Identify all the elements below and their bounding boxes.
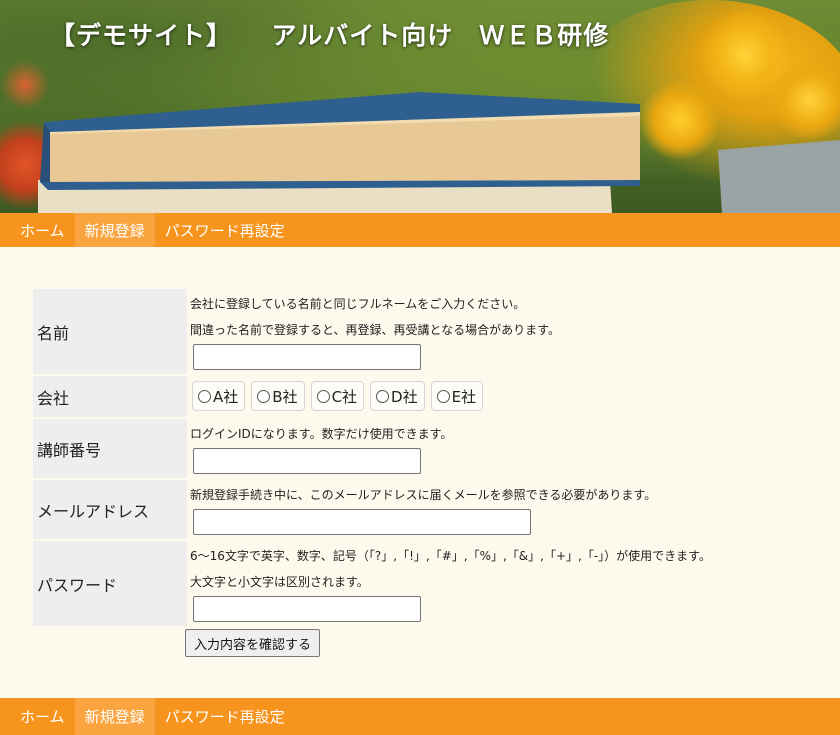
instructor-number-label: 講師番号 [33,419,187,478]
company-radio-group: A社 B社 C社 D社 E社 [190,378,788,415]
row-instructor-number: 講師番号 ログインIDになります。数字だけ使用できます。 [33,419,789,478]
email-note: 新規登録手続き中に、このメールアドレスに届くメールを参照できる必要があります。 [190,488,657,502]
password-note-2: 大文字と小文字は区別されます。 [190,575,369,589]
password-label: パスワード [33,541,187,626]
confirm-button[interactable]: 入力内容を確認する [185,629,321,657]
header-banner: 【デモサイト】 アルバイト向け ＷＥＢ研修 [0,0,840,213]
top-nav: ホーム 新規登録 パスワード再設定 [0,213,840,247]
radio-icon [316,389,330,403]
row-password: パスワード 6～16文字で英字、数字、記号（「?」,「!」,「#」,「%」,「&… [33,541,789,626]
company-option-c[interactable]: C社 [310,381,365,411]
site-title: 【デモサイト】 アルバイト向け ＷＥＢ研修 [50,21,610,50]
company-option-e[interactable]: E社 [430,381,484,411]
company-option-a[interactable]: A社 [192,381,246,411]
nav-register[interactable]: 新規登録 [74,213,155,247]
registration-form: 名前 会社に登録している名前と同じフルネームをご入力ください。 間違った名前で登… [31,287,791,628]
radio-icon [257,389,271,403]
name-note-2: 間違った名前で登録すると、再登録、再受講となる場合があります。 [190,323,560,337]
email-label: メールアドレス [33,480,187,539]
password-input[interactable] [193,596,421,622]
name-label: 名前 [33,289,187,374]
nav-password-reset[interactable]: パスワード再設定 [155,698,295,735]
company-label: 会社 [33,376,187,417]
password-note-1: 6～16文字で英字、数字、記号（「?」,「!」,「#」,「%」,「&」,「+」,… [190,549,711,563]
radio-icon [376,389,390,403]
radio-icon [198,389,211,403]
row-company: 会社 A社 B社 C社 D社 E社 [33,376,789,417]
email-input[interactable] [193,509,531,535]
instructor-number-note: ログインIDになります。数字だけ使用できます。 [190,427,453,441]
name-note-1: 会社に登録している名前と同じフルネームをご入力ください。 [190,297,526,311]
name-input[interactable] [193,344,421,370]
company-option-b[interactable]: B社 [251,381,305,411]
radio-icon [436,389,450,403]
nav-home[interactable]: ホーム [10,698,75,735]
bottom-nav: ホーム 新規登録 パスワード再設定 [0,698,840,735]
company-option-d[interactable]: D社 [370,381,425,411]
instructor-number-input[interactable] [193,448,421,474]
nav-home[interactable]: ホーム [10,213,75,247]
row-email: メールアドレス 新規登録手続き中に、このメールアドレスに届くメールを参照できる必… [33,480,789,539]
nav-register[interactable]: 新規登録 [74,698,155,735]
row-name: 名前 会社に登録している名前と同じフルネームをご入力ください。 間違った名前で登… [33,289,789,374]
nav-password-reset[interactable]: パスワード再設定 [155,213,295,247]
